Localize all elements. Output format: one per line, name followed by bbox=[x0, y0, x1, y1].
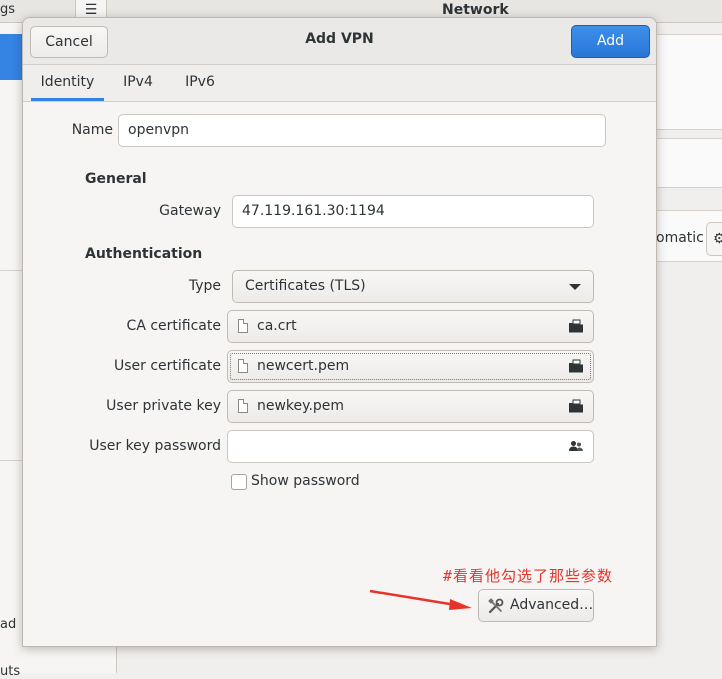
open-file-icon bbox=[569, 319, 583, 333]
user-certificate-label: User certificate bbox=[113, 358, 221, 374]
type-label: Type bbox=[188, 278, 221, 294]
annotation-text: #看看他勾选了那些参数 bbox=[443, 567, 614, 585]
tab-ipv4[interactable]: IPv4 bbox=[115, 65, 161, 101]
background-title: Network bbox=[442, 2, 509, 18]
gateway-label: Gateway bbox=[159, 203, 221, 219]
user-private-key-file: newkey.pem bbox=[257, 398, 345, 414]
user-certificate-chooser[interactable]: newcert.pem bbox=[227, 350, 594, 383]
background-sidebar-title: gs bbox=[0, 2, 16, 17]
password-icon[interactable] bbox=[569, 440, 583, 452]
ca-certificate-label: CA certificate bbox=[126, 318, 221, 334]
document-icon bbox=[238, 359, 248, 373]
ca-certificate-chooser[interactable]: ca.crt bbox=[227, 310, 594, 343]
document-icon bbox=[238, 399, 248, 413]
user-certificate-file: newcert.pem bbox=[257, 358, 350, 374]
user-key-password-field[interactable] bbox=[227, 430, 594, 463]
tab-ipv6[interactable]: IPv6 bbox=[177, 65, 223, 101]
show-password-checkbox[interactable] bbox=[231, 474, 247, 490]
background-sidebar-item[interactable]: uts bbox=[0, 664, 20, 679]
document-icon bbox=[238, 319, 248, 333]
background-selected-row[interactable] bbox=[0, 34, 22, 80]
type-dropdown[interactable]: Certificates (TLS) bbox=[232, 270, 594, 303]
ca-certificate-file: ca.crt bbox=[257, 318, 297, 334]
show-password-label[interactable]: Show password bbox=[251, 473, 360, 489]
tab-bar: Identity IPv4 IPv6 bbox=[23, 65, 656, 102]
gateway-field[interactable]: 47.119.161.30:1194 bbox=[232, 195, 594, 228]
general-heading: General bbox=[85, 171, 147, 187]
authentication-heading: Authentication bbox=[85, 246, 203, 262]
add-vpn-dialog: Cancel Add VPN Add Identity IPv4 IPv6 Na… bbox=[22, 17, 657, 647]
name-field[interactable]: openvpn bbox=[118, 114, 606, 147]
type-dropdown-value: Certificates (TLS) bbox=[245, 278, 366, 294]
name-label: Name bbox=[71, 122, 113, 138]
background-sidebar-item[interactable]: ad bbox=[0, 617, 16, 632]
user-private-key-chooser[interactable]: newkey.pem bbox=[227, 390, 594, 423]
gear-icon[interactable]: ⚙ bbox=[706, 222, 722, 256]
add-button[interactable]: Add bbox=[571, 25, 650, 58]
open-file-icon bbox=[569, 359, 583, 373]
annotation-arrow bbox=[369, 589, 472, 610]
background-status-text: omatic bbox=[656, 230, 704, 246]
chevron-down-icon bbox=[569, 284, 581, 290]
advanced-button[interactable]: Advanced… bbox=[478, 589, 594, 622]
open-file-icon bbox=[569, 399, 583, 413]
advanced-button-label: Advanced… bbox=[510, 597, 594, 613]
user-key-password-label: User key password bbox=[89, 438, 221, 454]
user-private-key-label: User private key bbox=[106, 398, 221, 414]
tools-icon bbox=[488, 598, 504, 614]
tab-identity[interactable]: Identity bbox=[31, 65, 104, 101]
dialog-header: Cancel Add VPN Add bbox=[23, 18, 656, 65]
dialog-title: Add VPN bbox=[305, 31, 374, 47]
